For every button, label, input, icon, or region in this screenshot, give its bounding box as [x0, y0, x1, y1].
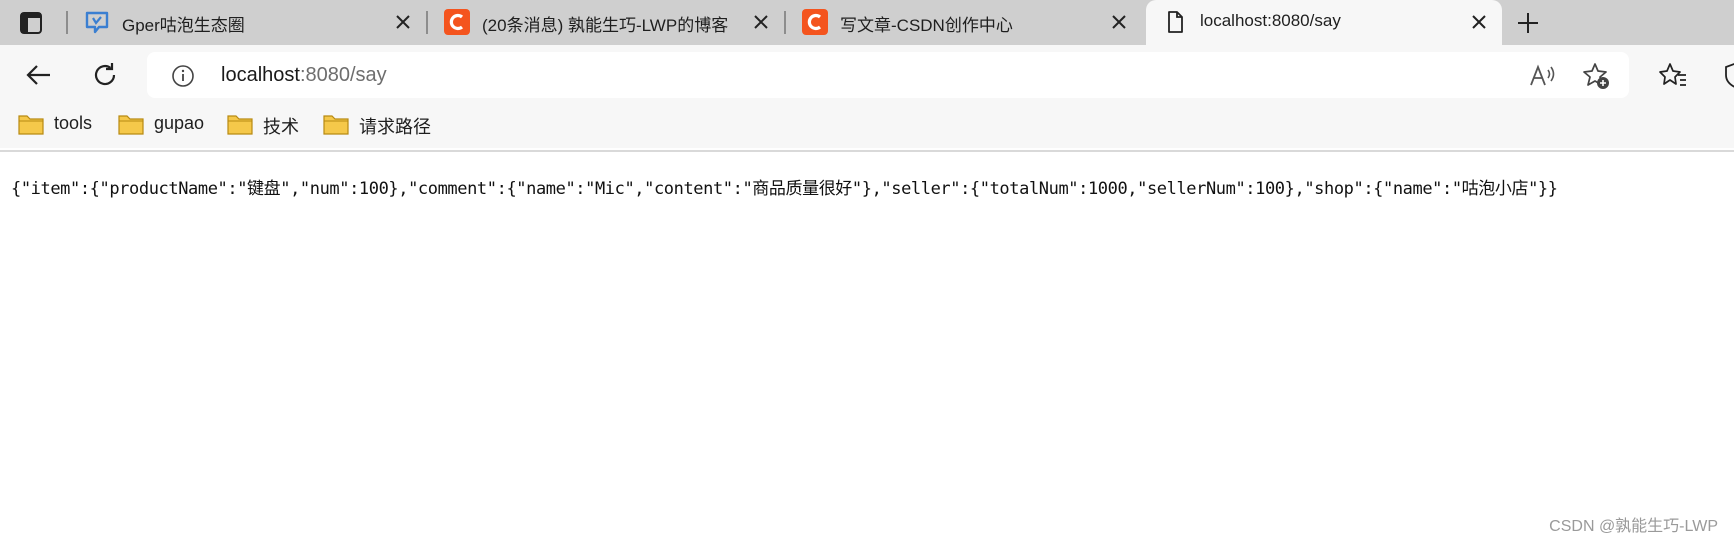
- star-add-icon: [1583, 63, 1609, 89]
- url-host: localhost: [221, 64, 300, 86]
- close-icon[interactable]: [750, 11, 772, 33]
- tab-actions-button[interactable]: [18, 10, 44, 36]
- tab-csdn-blog[interactable]: (20条消息) 孰能生巧-LWP的博客: [428, 0, 784, 45]
- bookmark-tech[interactable]: 技术: [227, 109, 302, 139]
- gper-icon: [85, 11, 109, 34]
- tab-actions-icon: [20, 12, 42, 34]
- back-arrow-icon: [26, 65, 50, 85]
- url-text[interactable]: localhost:8080/say: [221, 64, 387, 87]
- page-icon: [1168, 11, 1183, 33]
- tab-localhost[interactable]: localhost:8080/say: [1146, 0, 1502, 45]
- close-icon[interactable]: [1468, 11, 1490, 33]
- favorites-icon: [1659, 63, 1686, 86]
- bookmark-label: tools: [54, 113, 93, 133]
- back-button[interactable]: [24, 60, 54, 90]
- bookmark-request-paths[interactable]: 请求路径: [323, 109, 438, 139]
- read-aloud-icon: [1530, 64, 1555, 86]
- folder-icon: [323, 115, 349, 135]
- folder-icon: [227, 115, 253, 135]
- tab-title: Gper咕泡生态圈: [122, 16, 245, 35]
- folder-icon: [118, 115, 144, 135]
- bookmark-label: 请求路径: [359, 117, 431, 137]
- browser-toolbar: localhost:8080/say tools gupao 技术 请求路径: [0, 45, 1734, 148]
- bookmark-tools[interactable]: tools: [18, 109, 98, 139]
- url-path: :8080/say: [299, 64, 387, 86]
- tab-csdn-editor[interactable]: 写文章-CSDN创作中心: [786, 0, 1142, 45]
- tab-gper[interactable]: Gper咕泡生态圈: [68, 0, 426, 45]
- close-icon[interactable]: [392, 11, 414, 33]
- refresh-icon: [94, 63, 116, 86]
- json-response-body: {"item":{"productName":"键盘","num":100},"…: [11, 179, 1558, 199]
- refresh-button[interactable]: [90, 60, 120, 90]
- address-bar[interactable]: localhost:8080/say: [147, 52, 1629, 98]
- close-icon[interactable]: [1108, 11, 1130, 33]
- plus-icon: [1518, 13, 1538, 33]
- bookmark-label: 技术: [263, 117, 299, 137]
- browser-essentials-button[interactable]: [1722, 60, 1734, 90]
- favorites-button[interactable]: [1658, 60, 1688, 90]
- folder-icon: [18, 115, 44, 135]
- bookmark-gupao[interactable]: gupao: [118, 109, 208, 139]
- csdn-icon: [444, 9, 470, 35]
- toolbar-divider: [0, 150, 1734, 152]
- new-tab-button[interactable]: [1515, 10, 1541, 36]
- add-favorite-button[interactable]: [1581, 61, 1611, 91]
- tab-title: localhost:8080/say: [1200, 11, 1341, 30]
- bookmark-label: gupao: [154, 113, 205, 133]
- shield-icon: [1725, 63, 1734, 88]
- tab-strip: Gper咕泡生态圈 (20条消息) 孰能生巧-LWP的博客 写文章-CSDN创作…: [0, 0, 1734, 45]
- watermark: CSDN @孰能生巧-LWP: [1549, 518, 1718, 535]
- tab-title: (20条消息) 孰能生巧-LWP的博客: [482, 16, 729, 35]
- csdn-icon: [802, 9, 828, 35]
- read-aloud-button[interactable]: [1527, 62, 1555, 90]
- tab-title: 写文章-CSDN创作中心: [840, 16, 1013, 35]
- info-icon[interactable]: [171, 64, 195, 88]
